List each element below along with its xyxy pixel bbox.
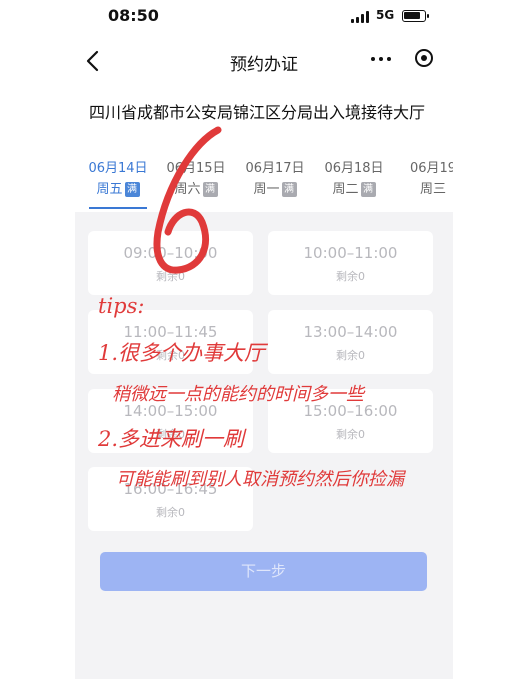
tip-one: 1.很多个办事大厅 — [98, 341, 266, 365]
network-label: 5G — [376, 8, 395, 22]
slot-remaining: 剩余0 — [156, 506, 185, 519]
tip-one-detail: 稍微远一点的能约的时间多一些 — [112, 384, 364, 405]
tips-heading: tips: — [98, 294, 145, 318]
full-badge: 满 — [281, 182, 297, 197]
weekday-label: 周二 — [332, 182, 359, 197]
signal-icon — [351, 11, 371, 23]
date-label: 06月19 — [409, 161, 453, 176]
full-badge: 满 — [124, 182, 140, 197]
slot-remaining: 剩余0 — [336, 349, 365, 362]
tip-two-detail: 可能能刷到别人取消预约然后你捡漏 — [116, 469, 404, 490]
slot-remaining: 剩余0 — [336, 428, 365, 441]
slot-remaining: 剩余0 — [336, 270, 365, 283]
close-target-icon[interactable] — [415, 49, 433, 67]
active-tab-indicator — [89, 207, 147, 209]
time-slot[interactable]: 13:00–14:00 剩余0 — [268, 310, 433, 374]
weekday-label: 周五 — [96, 182, 123, 197]
mini-program-capsule — [361, 44, 443, 74]
date-tab-0619[interactable]: 06月19 周三 — [395, 160, 453, 200]
weekday-label: 周三 — [419, 182, 446, 197]
slot-time: 13:00–14:00 — [303, 323, 398, 341]
date-tab-0617[interactable]: 06月17日 周一满 — [237, 160, 313, 200]
date-tab-0618[interactable]: 06月18日 周二满 — [316, 160, 392, 200]
tip-two: 2.多进来刷一刷 — [98, 427, 245, 451]
full-badge: 满 — [360, 182, 376, 197]
next-step-button[interactable]: 下一步 — [100, 552, 427, 591]
battery-icon — [402, 10, 429, 22]
date-label: 06月17日 — [245, 161, 305, 176]
more-icon[interactable] — [371, 50, 393, 68]
time-slot[interactable]: 10:00–11:00 剩余0 — [268, 231, 433, 295]
slot-time: 10:00–11:00 — [303, 244, 398, 262]
date-label: 06月18日 — [324, 161, 384, 176]
status-time: 08:50 — [108, 6, 159, 25]
annotation-number-six: 6 — [153, 126, 222, 274]
date-tabs: 06月14日 周五满 06月15日 周六满 06月17日 周一满 06月18日 … — [75, 160, 453, 210]
weekday-label: 周一 — [253, 182, 280, 197]
